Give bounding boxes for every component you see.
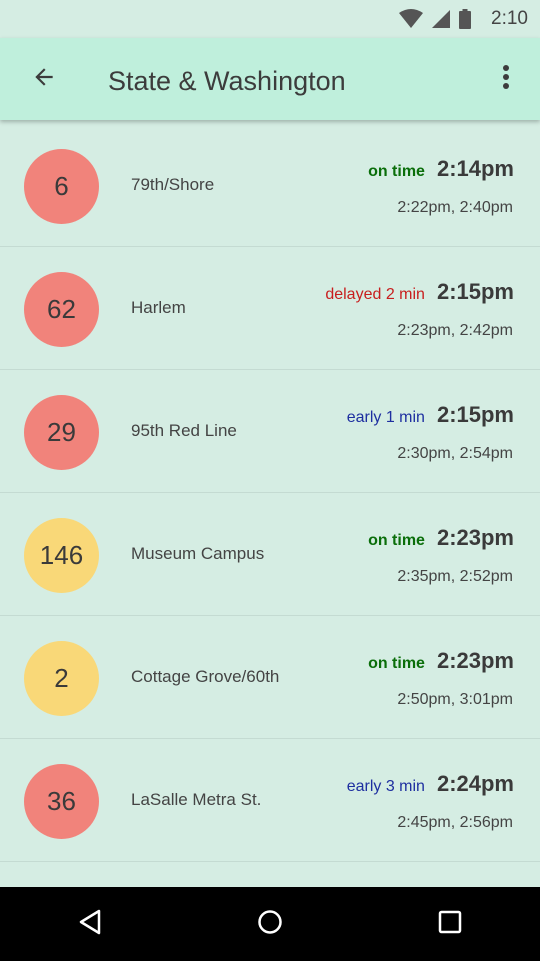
- arrival-status: early 3 min: [346, 778, 425, 795]
- route-destination: 95th Red Line: [131, 421, 237, 440]
- status-clock: 2:10: [491, 8, 528, 29]
- arrival-row[interactable]: 29 95th Red Line early 1 min 2:15pm 2:30…: [0, 370, 540, 493]
- route-badge: 62: [24, 272, 99, 347]
- route-destination: LaSalle Metra St.: [131, 790, 262, 809]
- arrival-time: 2:14pm: [436, 156, 514, 181]
- arrow-back-icon: [31, 64, 57, 95]
- more-vert-icon: [502, 64, 510, 95]
- back-button[interactable]: [20, 55, 68, 103]
- next-arrival-times: 2:22pm, 2:40pm: [397, 199, 513, 216]
- route-destination: Museum Campus: [131, 544, 265, 563]
- arrival-row[interactable]: 146 Museum Campus on time 2:23pm 2:35pm,…: [0, 493, 540, 616]
- nav-recents-icon: [438, 910, 462, 939]
- arrival-status-line: on time 2:14pm: [368, 156, 514, 182]
- arrival-status: on time: [368, 532, 425, 549]
- arrival-time: 2:23pm: [436, 648, 514, 673]
- page-title: State & Washington: [108, 66, 346, 96]
- cell-signal-icon: [431, 9, 451, 29]
- arrival-status-line: delayed 2 min 2:15pm: [325, 279, 514, 305]
- arrival-time: 2:15pm: [436, 402, 514, 427]
- app-bar: State & Washington: [0, 38, 540, 120]
- arrival-row[interactable]: 2 Cottage Grove/60th on time 2:23pm 2:50…: [0, 616, 540, 739]
- status-icons: 2:10: [399, 0, 528, 38]
- arrival-status: on time: [368, 655, 425, 672]
- arrival-row[interactable]: 62 Harlem delayed 2 min 2:15pm 2:23pm, 2…: [0, 247, 540, 370]
- next-arrival-times: 2:50pm, 3:01pm: [397, 691, 513, 708]
- nav-home-icon: [257, 909, 283, 940]
- arrival-status: early 1 min: [346, 409, 425, 426]
- route-badge: 146: [24, 518, 99, 593]
- nav-recents-button[interactable]: [410, 894, 490, 954]
- arrival-time: 2:23pm: [436, 525, 514, 550]
- next-arrival-times: 2:45pm, 2:56pm: [397, 814, 513, 831]
- arrival-status-line: early 3 min 2:24pm: [347, 771, 514, 797]
- route-badge: 2: [24, 641, 99, 716]
- route-destination: Cottage Grove/60th: [131, 667, 280, 686]
- arrival-status: on time: [368, 163, 425, 180]
- nav-back-icon: [78, 909, 102, 940]
- battery-icon: [459, 9, 472, 29]
- next-arrival-times: 2:35pm, 2:52pm: [397, 568, 513, 585]
- nav-home-button[interactable]: [230, 894, 310, 954]
- arrival-row[interactable]: 6 79th/Shore on time 2:14pm 2:22pm, 2:40…: [0, 124, 540, 247]
- arrival-status-line: early 1 min 2:15pm: [347, 402, 514, 428]
- overflow-menu-button[interactable]: [486, 55, 526, 103]
- arrival-time: 2:15pm: [436, 279, 514, 304]
- arrival-time: 2:24pm: [436, 771, 514, 796]
- route-badge: 6: [24, 149, 99, 224]
- nav-back-button[interactable]: [50, 894, 130, 954]
- arrival-status-line: on time 2:23pm: [368, 648, 514, 674]
- next-arrival-times: 2:23pm, 2:42pm: [397, 322, 513, 339]
- route-badge: 36: [24, 764, 99, 839]
- route-destination: 79th/Shore: [131, 175, 215, 194]
- next-arrival-times: 2:30pm, 2:54pm: [397, 445, 513, 462]
- wifi-icon: [399, 9, 424, 29]
- arrivals-list: 6 79th/Shore on time 2:14pm 2:22pm, 2:40…: [0, 124, 540, 862]
- status-bar: 2:10: [0, 0, 540, 38]
- route-badge: 29: [24, 395, 99, 470]
- arrival-status: delayed 2 min: [325, 286, 425, 303]
- route-destination: Harlem: [131, 298, 186, 317]
- arrival-status-line: on time 2:23pm: [368, 525, 514, 551]
- arrival-row[interactable]: 36 LaSalle Metra St. early 3 min 2:24pm …: [0, 739, 540, 862]
- system-nav-bar: [0, 887, 540, 961]
